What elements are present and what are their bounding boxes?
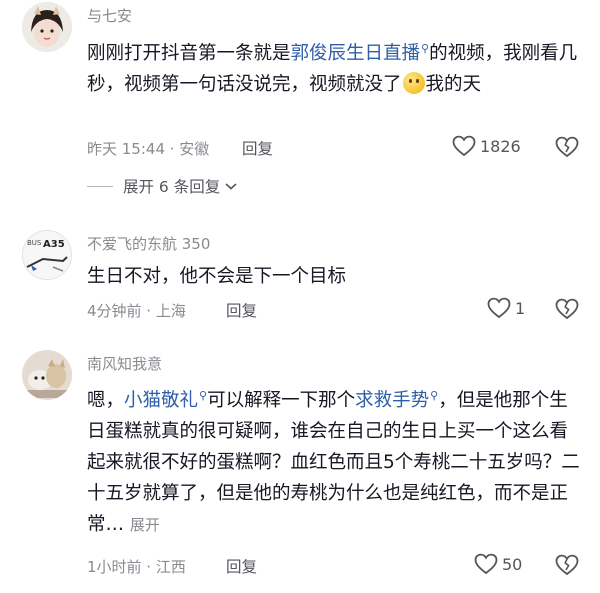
dislike-button[interactable] — [555, 554, 579, 580]
search-icon: ⚲ — [430, 389, 439, 402]
expand-replies-button[interactable]: 展开 6 条回复 — [87, 175, 238, 197]
dislike-button[interactable] — [555, 298, 579, 324]
search-link[interactable]: 求救手势⚲ — [355, 389, 439, 411]
search-link-label[interactable]: 求救手势 — [355, 390, 429, 411]
svg-text:A35: A35 — [43, 239, 65, 250]
comment-text-part: 刚刚打开抖音第一条就是 — [87, 43, 291, 65]
like-count: 1 — [515, 298, 526, 318]
avatar-image — [22, 2, 72, 52]
comment-username[interactable]: 南风知我意 — [87, 353, 162, 374]
comment-meta: 昨天 15:44 · 安徽 — [87, 140, 210, 158]
like-button[interactable]: 1826 — [452, 135, 521, 157]
reply-button[interactable]: 回复 — [242, 137, 273, 159]
like-button[interactable]: 1 — [487, 297, 525, 319]
heart-icon — [487, 297, 511, 319]
divider-line — [87, 185, 113, 187]
reply-button[interactable]: 回复 — [226, 555, 257, 577]
search-link-label[interactable]: 郭俊辰生日直播 — [291, 43, 421, 64]
smile-emoji-icon — [402, 72, 425, 95]
comment-item: 与七安 刚刚打开抖音第一条就是郭俊辰生日直播⚲的视频，我刚看几秒，视频第一句话没… — [0, 0, 600, 200]
comment-text: 刚刚打开抖音第一条就是郭俊辰生日直播⚲的视频，我刚看几秒，视频第一句话没说完，视… — [87, 33, 582, 100]
comment-text-part: 可以解释一下那个 — [207, 390, 356, 412]
search-link[interactable]: 小猫敬礼⚲ — [124, 389, 208, 411]
search-link[interactable]: 郭俊辰生日直播⚲ — [291, 42, 430, 64]
broken-heart-icon — [555, 298, 579, 320]
avatar[interactable]: BUS A35 — [22, 230, 72, 280]
comment-text-part: 我的天 — [425, 74, 482, 96]
comment-item: BUS A35 不爱飞的东航 350 生日不对，他不会是下一个目标 4分钟前 ·… — [0, 222, 600, 332]
dislike-button[interactable] — [555, 136, 579, 162]
comment-text-part: ，但是他那个生日蛋糕就真的很可疑啊，谁会在自己的生日上买一个这么看起来就很不好的… — [87, 390, 580, 536]
comment-text: 生日不对，他不会是下一个目标 — [87, 266, 347, 287]
search-icon: ⚲ — [421, 42, 430, 55]
comment-text-part: 嗯， — [87, 390, 125, 412]
broken-heart-icon — [555, 136, 579, 158]
like-count: 50 — [502, 554, 523, 574]
reply-button[interactable]: 回复 — [226, 299, 257, 321]
comment-username[interactable]: 与七安 — [87, 5, 132, 26]
chevron-down-icon — [225, 183, 237, 190]
search-link-label[interactable]: 小猫敬礼 — [124, 390, 198, 411]
comment-meta: 4分钟前 · 上海 — [87, 302, 186, 320]
avatar-image — [22, 350, 72, 400]
expand-replies-label[interactable]: 展开 6 条回复 — [123, 175, 220, 197]
avatar[interactable] — [22, 350, 72, 400]
comment-meta: 1小时前 · 江西 — [87, 558, 186, 576]
heart-icon — [474, 553, 498, 575]
search-icon: ⚲ — [199, 389, 208, 402]
broken-heart-icon — [555, 554, 579, 576]
comment-username[interactable]: 不爱飞的东航 350 — [87, 233, 210, 254]
comment-item: 南风知我意 嗯，小猫敬礼⚲可以解释一下那个求救手势⚲，但是他那个生日蛋糕就真的很… — [0, 345, 600, 593]
like-button[interactable]: 50 — [474, 553, 522, 575]
avatar-image: BUS A35 — [23, 231, 71, 279]
like-count: 1826 — [480, 136, 521, 156]
comment-text: 嗯，小猫敬礼⚲可以解释一下那个求救手势⚲，但是他那个生日蛋糕就真的很可疑啊，谁会… — [87, 380, 582, 541]
expand-text-button[interactable]: 展开 — [130, 516, 160, 534]
avatar[interactable] — [22, 2, 72, 52]
svg-text:BUS: BUS — [27, 239, 42, 247]
heart-icon — [452, 135, 476, 157]
